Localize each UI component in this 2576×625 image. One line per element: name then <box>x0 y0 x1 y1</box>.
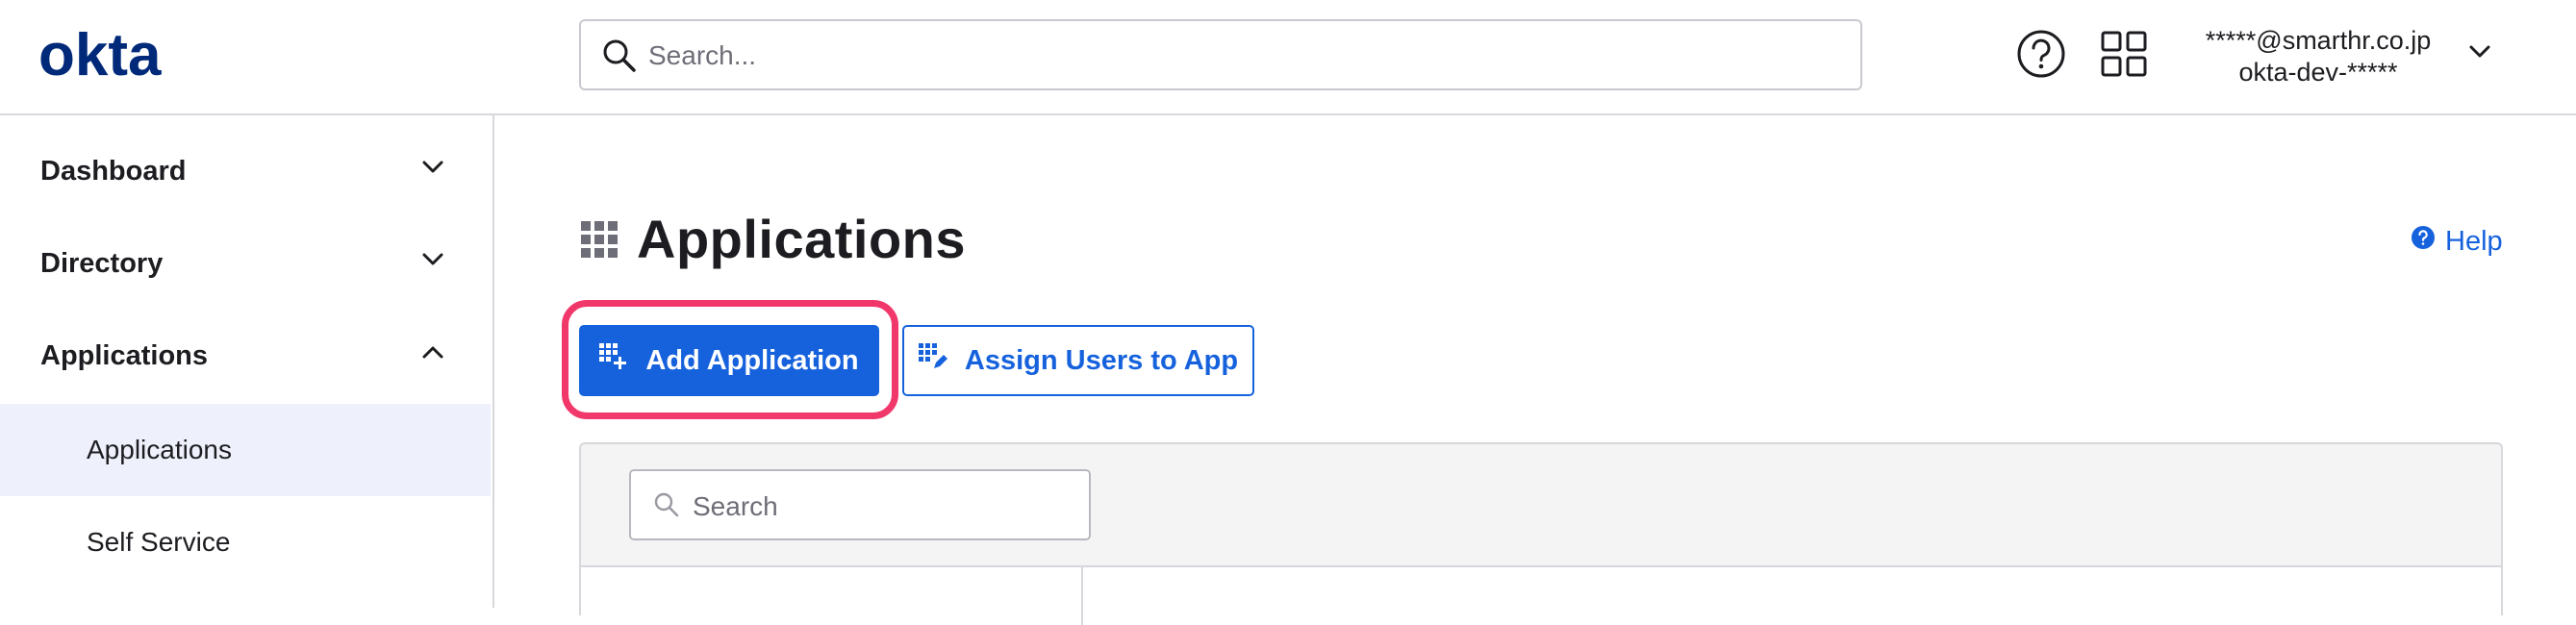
chevron-down-icon[interactable] <box>2468 44 2491 64</box>
filter-column <box>581 567 1081 625</box>
search-icon <box>654 492 679 522</box>
list-search[interactable] <box>629 469 1091 540</box>
user-menu[interactable]: *****@smarthr.co.jp okta-dev-***** <box>2184 25 2453 88</box>
applications-list-panel <box>579 442 2503 625</box>
sidebar-subitem-self-service[interactable]: Self Service <box>0 496 491 588</box>
sidebar-item-dashboard[interactable]: Dashboard <box>0 127 492 219</box>
org-name: okta-dev-***** <box>2238 58 2398 87</box>
assign-users-label: Assign Users to App <box>964 344 1239 376</box>
sidebar-item-label: Directory <box>40 248 164 279</box>
sidebar-item-label: Dashboard <box>40 156 187 187</box>
chevron-down-icon <box>421 160 444 180</box>
column-divider <box>1081 567 1083 625</box>
okta-logo[interactable]: okta <box>38 22 196 88</box>
chevron-down-icon <box>421 252 444 272</box>
global-search[interactable] <box>579 19 1862 90</box>
svg-text:okta: okta <box>38 25 162 83</box>
assign-users-icon <box>918 343 947 378</box>
add-application-button[interactable]: Add Application <box>579 325 879 396</box>
app-switcher-icon[interactable] <box>2101 31 2147 82</box>
help-link-label: Help <box>2445 225 2503 257</box>
global-search-input[interactable] <box>646 35 1843 77</box>
sidebar-subitem-label: Applications <box>87 435 232 464</box>
help-circle-icon[interactable] <box>2016 29 2066 84</box>
list-search-input[interactable] <box>691 487 1079 527</box>
sidebar-item-directory[interactable]: Directory <box>0 219 492 312</box>
sidebar: Dashboard Directory Applications Applica… <box>0 115 494 608</box>
help-icon <box>2411 225 2436 258</box>
help-link[interactable]: Help <box>2411 225 2503 258</box>
assign-users-button[interactable]: Assign Users to App <box>902 325 1254 396</box>
search-icon <box>602 38 637 78</box>
list-body <box>581 565 2501 625</box>
sidebar-subitem-label: Self Service <box>87 527 231 557</box>
sidebar-subitem-applications[interactable]: Applications <box>0 404 491 496</box>
chevron-up-icon <box>421 344 444 364</box>
user-email: *****@smarthr.co.jp <box>2205 26 2432 55</box>
add-app-icon <box>599 343 628 378</box>
sidebar-item-label: Applications <box>40 340 209 371</box>
okta-logo-icon: okta <box>38 22 162 88</box>
applications-grid-icon <box>581 221 623 264</box>
page-title: Applications <box>637 209 967 269</box>
sidebar-item-applications[interactable]: Applications <box>0 312 492 404</box>
top-bar: okta *****@smarthr.co.jp okta-dev-***** <box>0 0 2576 115</box>
add-application-label: Add Application <box>645 344 859 376</box>
